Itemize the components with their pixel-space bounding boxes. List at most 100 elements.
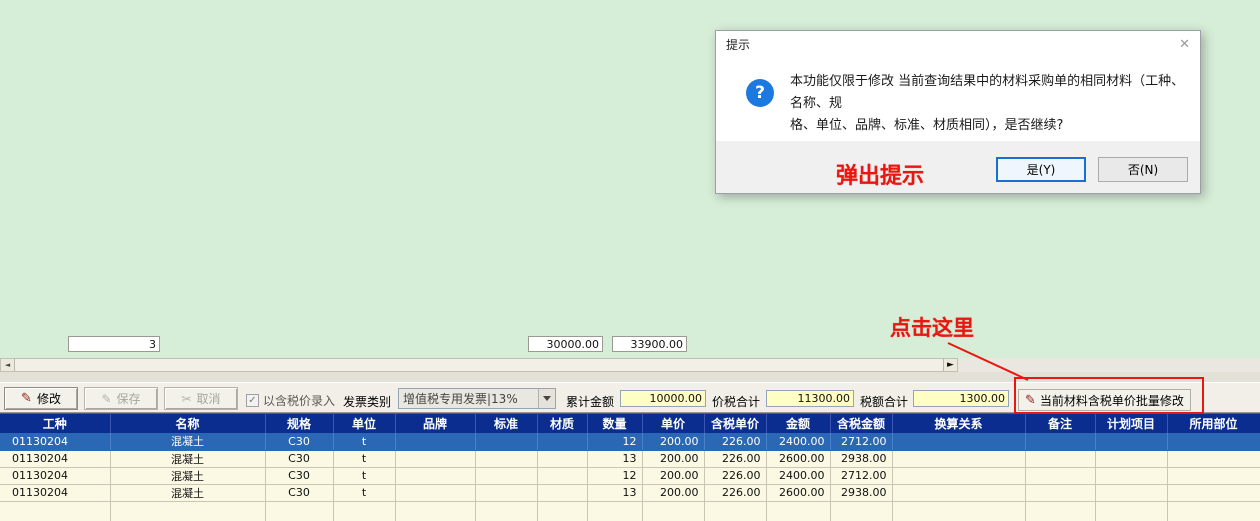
cell xyxy=(1095,467,1167,484)
cancel-scissors-icon: ✂ xyxy=(181,393,191,405)
tax-total-label: 税额合计 xyxy=(860,393,908,410)
cell: 01130204 xyxy=(0,467,110,484)
summary-amount-field: 30000.00 xyxy=(528,336,603,352)
dialog-message: 本功能仅限于修改 当前查询结果中的材料采购单的相同材料（工种、名称、规 格、单位… xyxy=(790,71,1188,137)
checkbox-check-icon: ✓ xyxy=(246,394,259,407)
column-header[interactable]: 品牌 xyxy=(395,414,475,433)
close-icon[interactable]: ✕ xyxy=(1179,37,1190,52)
column-header[interactable]: 含税金额 xyxy=(830,414,892,433)
horizontal-scrollbar: ◄ ► xyxy=(0,358,1260,372)
scrollbar-track-area[interactable] xyxy=(15,359,943,371)
filler-row xyxy=(0,501,1260,521)
cell: 2938.00 xyxy=(830,484,892,501)
cell: 混凝土 xyxy=(110,433,265,450)
cell: 200.00 xyxy=(642,484,704,501)
cell xyxy=(395,433,475,450)
cell: 200.00 xyxy=(642,467,704,484)
cell xyxy=(395,467,475,484)
cell xyxy=(475,484,537,501)
summary-count-field: 3 xyxy=(68,336,160,352)
cell: 13 xyxy=(587,450,642,467)
cancel-button[interactable]: ✂ 取消 xyxy=(164,387,238,410)
price-tax-total-field[interactable] xyxy=(766,390,854,407)
cell: C30 xyxy=(265,484,333,501)
column-header[interactable]: 标准 xyxy=(475,414,537,433)
column-header[interactable]: 所用部位 xyxy=(1167,414,1260,433)
table-header-row: 工种 名称 规格 单位 品牌 标准 材质 数量 单价 含税单价 金额 含税金额 … xyxy=(0,414,1260,433)
invoice-type-value: 增值税专用发票|13% xyxy=(399,390,538,407)
prompt-dialog: 提示 ✕ ? 本功能仅限于修改 当前查询结果中的材料采购单的相同材料（工种、名称… xyxy=(715,30,1201,194)
tax-price-entry-checkbox[interactable]: ✓ 以含税价录入 xyxy=(246,392,335,409)
edit-pen-icon: ✎ xyxy=(21,392,32,405)
cell xyxy=(395,450,475,467)
column-header[interactable]: 单价 xyxy=(642,414,704,433)
tax-total-field[interactable] xyxy=(913,390,1009,407)
table-row[interactable]: 01130204 混凝土 C30 t 12 200.00 226.00 2400… xyxy=(0,433,1260,450)
cell: 混凝土 xyxy=(110,484,265,501)
column-header[interactable]: 计划项目 xyxy=(1095,414,1167,433)
column-header[interactable]: 单位 xyxy=(333,414,395,433)
column-header[interactable]: 换算关系 xyxy=(892,414,1025,433)
column-header[interactable]: 数量 xyxy=(587,414,642,433)
table-row[interactable]: 01130204 混凝土 C30 t 12 200.00 226.00 2400… xyxy=(0,467,1260,484)
scroll-right-arrow-icon[interactable]: ► xyxy=(943,359,957,371)
batch-pen-icon: ✎ xyxy=(1025,394,1036,407)
chevron-down-icon[interactable] xyxy=(538,389,555,408)
cell xyxy=(892,433,1025,450)
column-header[interactable]: 材质 xyxy=(537,414,587,433)
cell: 2400.00 xyxy=(766,467,830,484)
invoice-type-dropdown[interactable]: 增值税专用发票|13% xyxy=(398,388,556,409)
table-row[interactable]: 01130204 混凝土 C30 t 13 200.00 226.00 2600… xyxy=(0,450,1260,467)
dialog-title-bar: 提示 ✕ xyxy=(716,31,1200,57)
column-header[interactable]: 金额 xyxy=(766,414,830,433)
cell xyxy=(395,484,475,501)
column-header[interactable]: 规格 xyxy=(265,414,333,433)
modify-button[interactable]: ✎ 修改 xyxy=(4,387,78,410)
cumulative-amount-label: 累计金额 xyxy=(566,393,614,410)
cell xyxy=(475,467,537,484)
cell xyxy=(475,433,537,450)
cell: t xyxy=(333,450,395,467)
cell xyxy=(1025,467,1095,484)
popup-hint-annotation: 弹出提示 xyxy=(836,158,924,190)
modify-button-label: 修改 xyxy=(37,390,61,407)
batch-modify-label: 当前材料含税单价批量修改 xyxy=(1040,392,1184,409)
yes-button[interactable]: 是(Y) xyxy=(996,157,1086,182)
column-header[interactable]: 工种 xyxy=(0,414,110,433)
batch-modify-tax-price-button[interactable]: ✎ 当前材料含税单价批量修改 xyxy=(1018,389,1191,411)
cell xyxy=(1025,484,1095,501)
splitter xyxy=(0,372,1260,382)
column-header[interactable]: 含税单价 xyxy=(704,414,766,433)
cell xyxy=(1167,484,1260,501)
no-button[interactable]: 否(N) xyxy=(1098,157,1188,182)
cell: 01130204 xyxy=(0,450,110,467)
dialog-button-bar: 是(Y) 否(N) xyxy=(716,141,1200,193)
question-icon: ? xyxy=(746,79,774,107)
cell: 200.00 xyxy=(642,433,704,450)
cell: 226.00 xyxy=(704,467,766,484)
dialog-body: ? 本功能仅限于修改 当前查询结果中的材料采购单的相同材料（工种、名称、规 格、… xyxy=(716,57,1200,143)
cell: 226.00 xyxy=(704,484,766,501)
cell: C30 xyxy=(265,467,333,484)
cell: 226.00 xyxy=(704,433,766,450)
column-header[interactable]: 名称 xyxy=(110,414,265,433)
scroll-left-arrow-icon[interactable]: ◄ xyxy=(1,359,15,371)
tax-price-entry-label: 以含税价录入 xyxy=(263,392,335,409)
cumulative-amount-field[interactable] xyxy=(620,390,706,407)
cell xyxy=(1167,433,1260,450)
cell xyxy=(892,484,1025,501)
save-button[interactable]: ✎ 保存 xyxy=(84,387,158,410)
column-header[interactable]: 备注 xyxy=(1025,414,1095,433)
cell: 2600.00 xyxy=(766,484,830,501)
scrollbar-track[interactable]: ◄ ► xyxy=(0,358,958,372)
cell: 混凝土 xyxy=(110,450,265,467)
cell: C30 xyxy=(265,433,333,450)
table-row[interactable]: 01130204 混凝土 C30 t 13 200.00 226.00 2600… xyxy=(0,484,1260,501)
cell xyxy=(1095,433,1167,450)
cell: 2938.00 xyxy=(830,450,892,467)
app-window: 3 30000.00 33900.00 提示 ✕ ? 本功能仅限于修改 当前查询… xyxy=(0,0,1260,521)
cell xyxy=(537,433,587,450)
save-pen-icon: ✎ xyxy=(101,393,111,405)
cell xyxy=(537,450,587,467)
save-button-label: 保存 xyxy=(117,390,141,407)
